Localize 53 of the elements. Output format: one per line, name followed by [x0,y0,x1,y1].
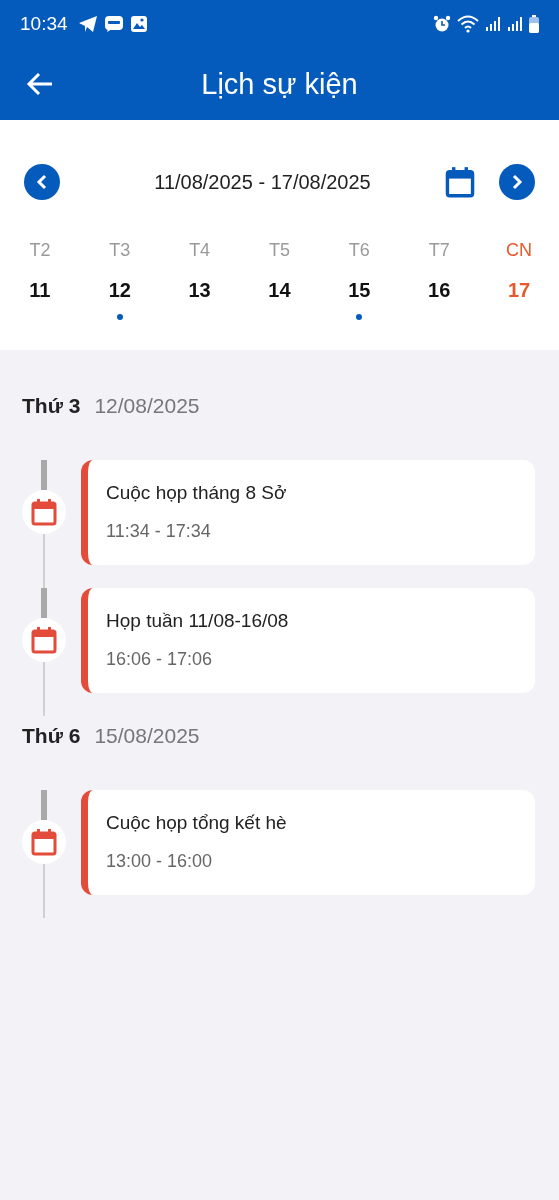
chat-app-icon [103,15,124,33]
date-range: 11/08/2025 - 17/08/2025 [153,170,372,194]
screen-title: Lịch sự kiện [201,67,358,101]
wifi-icon [457,15,479,33]
alarm-icon [433,15,451,33]
day-number[interactable]: 16 [428,279,451,302]
group-date: 15/08/2025 [94,724,200,748]
weekday-label: T7 [428,240,450,262]
previous-week-button[interactable] [24,164,60,200]
day-number[interactable]: 14 [268,279,291,302]
image-icon [129,15,148,33]
group-weekday: Thứ 6 [22,724,81,748]
calendar-icon [31,498,57,526]
weekday-label: T2 [29,240,51,262]
event-card[interactable]: Họp tuần 11/08-16/08 16:06 - 17:06 [81,588,535,693]
day-number[interactable]: 12 [108,279,131,302]
weekday-label: T4 [189,240,211,262]
calendar-icon [445,166,475,198]
event-time: 13:00 - 16:00 [106,851,214,872]
day-number[interactable]: 11 [29,279,51,302]
back-arrow-icon[interactable] [26,70,54,98]
chevron-left-icon [35,174,49,190]
weekday-label: CN [506,240,533,262]
event-card[interactable]: Cuộc họp tháng 8 Sở 11:34 - 17:34 [81,460,535,565]
group-date: 12/08/2025 [94,394,200,418]
event-title: Họp tuần 11/08-16/08 [106,610,290,632]
day-number[interactable]: 15 [348,279,371,302]
calendar-icon [31,626,57,654]
timeline-segment [41,588,47,618]
timeline-line [43,662,45,716]
signal-icon [485,16,501,32]
weekday-label: T5 [269,240,290,262]
timeline-line [43,864,45,918]
next-week-button[interactable] [499,164,535,200]
paper-plane-icon [77,15,98,33]
timeline-line [43,534,45,588]
day-number[interactable]: 17 [507,279,531,302]
chevron-right-icon [510,174,524,190]
weekday-label: T3 [109,240,131,262]
battery-icon [529,15,539,33]
event-title: Cuộc họp tổng kết hè [106,812,288,834]
calendar-icon [31,828,57,856]
timeline-segment [41,790,47,820]
event-title: Cuộc họp tháng 8 Sở [106,482,288,504]
timeline-segment [41,460,47,490]
weekday-label: T6 [348,240,370,262]
group-weekday: Thứ 3 [22,394,81,418]
event-card[interactable]: Cuộc họp tổng kết hè 13:00 - 16:00 [81,790,535,895]
event-time: 16:06 - 17:06 [106,649,214,670]
status-time: 10:34 [20,13,68,35]
signal-icon [507,16,523,32]
event-time: 11:34 - 17:34 [106,521,212,542]
day-number[interactable]: 13 [188,279,211,302]
